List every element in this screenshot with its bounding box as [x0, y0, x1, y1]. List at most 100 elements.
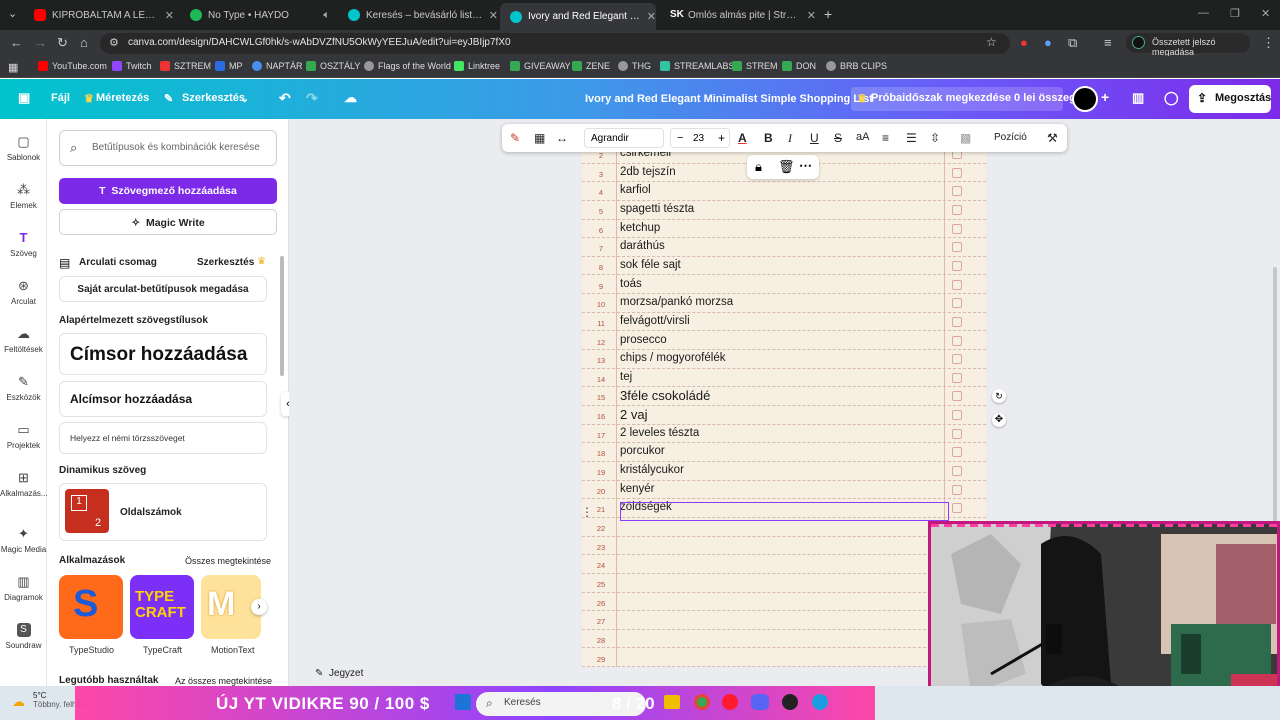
- transparency-icon[interactable]: ▩: [960, 131, 971, 145]
- chevron-down-icon[interactable]: ⌄: [240, 92, 249, 105]
- rail-item-text[interactable]: T Szöveg: [0, 231, 47, 259]
- list-row[interactable]: 29: [582, 649, 986, 668]
- edit-menu[interactable]: Szerkesztés: [182, 92, 245, 104]
- row-text[interactable]: 3féle csokoládé: [620, 388, 710, 403]
- url-field[interactable]: ⚙︎ canva.com/design/DAHCWLGf0hk/s-wAbDVZ…: [100, 33, 1010, 54]
- row-text[interactable]: 2db tejszín: [620, 166, 676, 178]
- row-checkbox[interactable]: [952, 466, 962, 477]
- row-checkbox[interactable]: [952, 186, 962, 197]
- list-row[interactable]: 12 prosecco: [582, 332, 986, 351]
- rail-item-charts[interactable]: ▥ Diagramok: [0, 575, 47, 603]
- bookmark-don[interactable]: DON: [782, 61, 816, 71]
- start-trial-button[interactable]: ♛ Próbaidőszak megkezdése 0 lei összegér…: [851, 87, 1090, 111]
- extensions-puzzle-icon[interactable]: ⧉: [1068, 35, 1077, 51]
- row-text[interactable]: chips / mogyorofélék: [620, 352, 725, 364]
- row-text[interactable]: kristálycukor: [620, 464, 684, 476]
- rotate-icon[interactable]: ↻: [992, 389, 1006, 403]
- comment-icon[interactable]: ◯: [1164, 90, 1179, 106]
- bookmark-osztaly[interactable]: OSZTÁLY: [306, 61, 360, 71]
- bookmark-twitch[interactable]: Twitch: [112, 61, 152, 71]
- row-checkbox[interactable]: [952, 298, 962, 309]
- row-checkbox[interactable]: [952, 335, 962, 346]
- avatar[interactable]: [1072, 86, 1098, 112]
- row-checkbox[interactable]: [952, 354, 962, 365]
- magic-write-button[interactable]: ✧ Magic Write: [59, 209, 277, 235]
- tab-spotify[interactable]: No Type • HAYDO 🔈︎: [180, 4, 330, 26]
- close-icon[interactable]: ✕: [489, 9, 498, 22]
- bold-icon[interactable]: B: [764, 131, 773, 145]
- row-checkbox[interactable]: [952, 223, 962, 234]
- minimize-icon[interactable]: —: [1198, 7, 1209, 19]
- list-icon[interactable]: ☰: [906, 131, 917, 145]
- list-row[interactable]: 13 chips / mogyorofélék: [582, 350, 986, 369]
- tab-youtube[interactable]: KIPRÓBÁLTAM A LEGENDÁS KÁ ✕: [24, 4, 174, 26]
- cloud-saved-icon[interactable]: ☁: [344, 90, 357, 106]
- opera-icon[interactable]: [722, 694, 738, 710]
- text-color-pen-icon[interactable]: ✎: [510, 131, 520, 145]
- new-tab-icon[interactable]: +: [824, 6, 832, 22]
- row-checkbox[interactable]: [952, 410, 962, 421]
- row-checkbox[interactable]: [952, 428, 962, 439]
- rail-item-templates[interactable]: ▢ Sablonok: [0, 135, 47, 163]
- row-text[interactable]: 2 leveles tészta: [620, 427, 699, 439]
- brand-fonts-button[interactable]: Saját arculat-betűtípusok megadása: [59, 276, 267, 302]
- add-body-text-button[interactable]: Helyezz el némi törzsszöveget: [59, 422, 267, 454]
- table-icon[interactable]: ▦: [534, 131, 545, 145]
- document-title[interactable]: Ivory and Red Elegant Minimalist Simple …: [585, 93, 873, 105]
- row-checkbox[interactable]: [952, 204, 962, 215]
- extension-icon[interactable]: ●: [1044, 35, 1052, 50]
- row-checkbox[interactable]: [952, 242, 962, 253]
- app-typecraft[interactable]: TYPE CRAFT: [130, 575, 194, 639]
- tab-search-icon[interactable]: ⌄: [8, 7, 17, 20]
- row-checkbox[interactable]: [952, 316, 962, 327]
- bookmark-sztrem[interactable]: SZTREM: [160, 61, 211, 71]
- underline-icon[interactable]: U: [810, 131, 819, 145]
- bookmark-streamlabs[interactable]: STREAMLABS: [660, 61, 735, 71]
- row-text[interactable]: toás: [620, 278, 642, 290]
- reload-icon[interactable]: ↻: [57, 35, 68, 51]
- letter-case-icon[interactable]: aA: [856, 131, 869, 143]
- list-row[interactable]: 7 daráthús: [582, 238, 986, 257]
- font-size-stepper[interactable]: − 23 +: [670, 128, 730, 148]
- brand-edit-link[interactable]: Szerkesztés: [197, 257, 254, 268]
- list-row[interactable]: 23: [582, 537, 986, 556]
- row-checkbox[interactable]: [952, 447, 962, 458]
- rail-item-elements[interactable]: ⁂ Elemek: [0, 183, 47, 211]
- row-text[interactable]: prosecco: [620, 334, 667, 346]
- more-options-icon[interactable]: ⋯: [799, 158, 812, 174]
- maximize-icon[interactable]: ❐: [1230, 7, 1240, 20]
- paint-roller-icon[interactable]: ⚒: [1047, 131, 1058, 145]
- list-row[interactable]: 11 felvágott/virsli: [582, 313, 986, 332]
- sidebar-toggle-icon[interactable]: ▣: [18, 90, 30, 106]
- row-text[interactable]: 2 vaj: [620, 407, 647, 422]
- row-text[interactable]: daráthús: [620, 240, 665, 252]
- resize-menu[interactable]: Méretezés: [96, 92, 149, 104]
- discord-icon[interactable]: [751, 694, 769, 710]
- list-row[interactable]: 26: [582, 593, 986, 612]
- rail-item-apps[interactable]: ⊞ Alkalmazás...: [0, 471, 48, 499]
- position-button[interactable]: Pozíció: [994, 132, 1027, 143]
- font-size-value[interactable]: 23: [693, 133, 704, 144]
- bookmark-thg[interactable]: THG: [618, 61, 651, 71]
- row-checkbox[interactable]: [952, 503, 962, 514]
- tab-canva-search[interactable]: Keresés – bevásárló lista – Canv ✕: [338, 4, 498, 26]
- rail-item-projects[interactable]: ▭ Projektek: [0, 423, 47, 451]
- reading-list-icon[interactable]: ≡: [1104, 35, 1112, 50]
- design-page[interactable]: 2 csirkemell 3 2db tejszín 4 karfiol 5 spagetti…: [582, 147, 986, 668]
- notes-button[interactable]: ✎ Jegyzet: [315, 668, 363, 679]
- redo-icon[interactable]: ↷: [306, 90, 318, 107]
- lock-icon[interactable]: 🔒︎: [755, 159, 762, 175]
- list-row[interactable]: 4 karfiol: [582, 182, 986, 201]
- insights-chart-icon[interactable]: ▥: [1132, 90, 1144, 106]
- close-icon[interactable]: ✕: [807, 9, 816, 22]
- line-spacing-icon[interactable]: ⇳: [930, 131, 940, 145]
- chrome-icon[interactable]: [694, 694, 710, 710]
- list-row[interactable]: 25: [582, 574, 986, 593]
- list-row[interactable]: 19 kristálycukor: [582, 462, 986, 481]
- list-row[interactable]: 9 toás: [582, 276, 986, 295]
- row-text[interactable]: morzsa/pankó morzsa: [620, 296, 733, 308]
- list-row[interactable]: 14 tej: [582, 369, 986, 388]
- list-row[interactable]: 28: [582, 630, 986, 649]
- file-explorer-icon[interactable]: [664, 695, 680, 709]
- list-row[interactable]: 10 morzsa/pankó morzsa: [582, 294, 986, 313]
